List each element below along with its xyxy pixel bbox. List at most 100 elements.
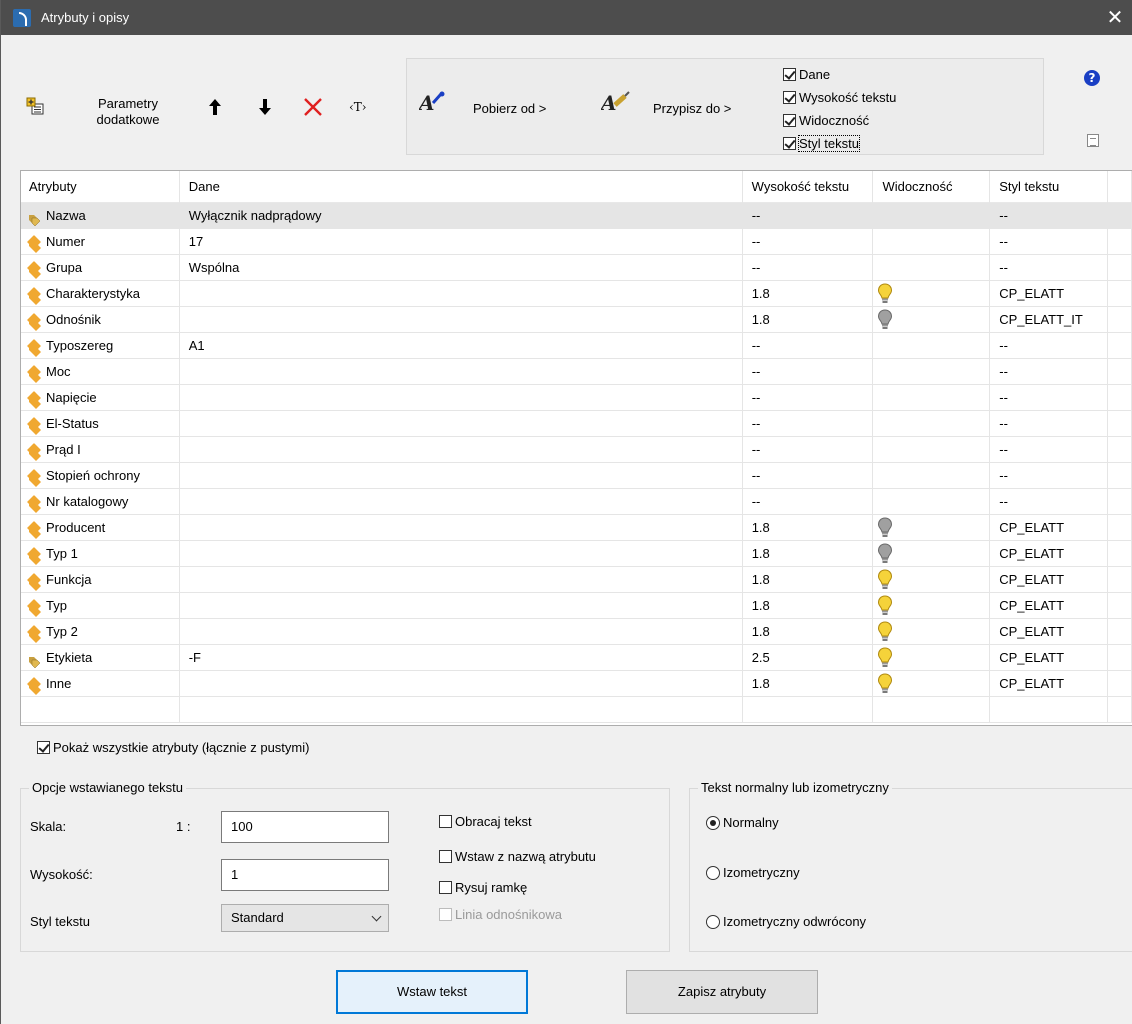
attr-name-cell[interactable]: Typoszereg (21, 333, 180, 359)
attr-data-cell[interactable] (179, 567, 743, 593)
attr-visibility-cell[interactable] (873, 359, 991, 385)
table-row[interactable]: Producent 1.8 CP_ELATT (21, 515, 1132, 541)
radio-normal[interactable]: Normalny (706, 815, 779, 830)
attr-visibility-cell[interactable] (873, 411, 991, 437)
attr-visibility-cell[interactable] (873, 645, 991, 671)
attr-visibility-cell[interactable] (873, 437, 991, 463)
attr-visibility-cell[interactable] (873, 489, 991, 515)
attr-style-cell[interactable]: -- (990, 255, 1109, 281)
attr-data-cell[interactable] (179, 463, 743, 489)
attr-name-cell[interactable]: Typ 1 (21, 541, 180, 567)
text-tag-button[interactable]: ‹T› (349, 100, 367, 114)
table-row[interactable]: Charakterystyka 1.8 CP_ELATT (21, 281, 1132, 307)
attr-name-cell[interactable]: Prąd I (21, 437, 180, 463)
attr-name-cell[interactable]: El-Status (21, 411, 180, 437)
attr-style-cell[interactable]: -- (990, 463, 1109, 489)
attr-data-cell[interactable]: A1 (179, 333, 743, 359)
table-row[interactable]: Typ 2 1.8 CP_ELATT (21, 619, 1132, 645)
attr-height-cell[interactable]: 1.8 (742, 593, 874, 619)
attr-height-cell[interactable]: 1.8 (742, 515, 874, 541)
show-all-checkbox[interactable]: Pokaż wszystkie atrybuty (łącznie z pust… (37, 740, 309, 755)
col-visibility[interactable]: Widoczność (873, 171, 991, 203)
draw-frame-checkbox[interactable]: Rysuj ramkę (439, 880, 527, 895)
attr-data-cell[interactable]: Wyłącznik nadprądowy (179, 203, 743, 229)
list-icon[interactable] (1087, 134, 1099, 147)
attr-style-cell[interactable]: CP_ELATT (990, 281, 1109, 307)
attr-data-cell[interactable] (179, 671, 743, 697)
lightbulb-off-icon[interactable] (877, 309, 893, 331)
table-row[interactable]: Funkcja 1.8 CP_ELATT (21, 567, 1132, 593)
attr-data-cell[interactable] (179, 281, 743, 307)
save-attributes-button[interactable]: Zapisz atrybuty (626, 970, 818, 1014)
attr-visibility-cell[interactable] (873, 307, 991, 333)
rotate-text-checkbox[interactable]: Obracaj tekst (439, 814, 532, 829)
table-row[interactable]: Odnośnik 1.8 CP_ELATT_IT (21, 307, 1132, 333)
copy-text-height-checkbox[interactable]: Wysokość tekstu (783, 90, 896, 105)
attr-visibility-cell[interactable] (873, 541, 991, 567)
table-row[interactable]: El-Status -- -- (21, 411, 1132, 437)
close-button[interactable]: ✕ (1103, 5, 1127, 29)
attr-data-cell[interactable] (179, 385, 743, 411)
attr-data-cell[interactable] (179, 541, 743, 567)
attr-height-cell[interactable]: -- (742, 385, 874, 411)
table-row[interactable]: Numer 17 -- -- (21, 229, 1132, 255)
lightbulb-on-icon[interactable] (877, 283, 893, 305)
attr-data-cell[interactable] (179, 359, 743, 385)
table-row[interactable]: Inne 1.8 CP_ELATT (21, 671, 1132, 697)
additional-params-label[interactable]: Parametry dodatkowe (83, 96, 173, 128)
attr-height-cell[interactable]: -- (742, 333, 874, 359)
attr-style-cell[interactable]: CP_ELATT (990, 619, 1109, 645)
insert-with-name-checkbox[interactable]: Wstaw z nazwą atrybutu (439, 849, 596, 864)
attr-name-cell[interactable]: Nr katalogowy (21, 489, 180, 515)
attr-style-cell[interactable]: -- (990, 229, 1109, 255)
attr-height-cell[interactable]: 1.8 (742, 671, 874, 697)
attr-data-cell[interactable]: -F (179, 645, 743, 671)
attr-height-cell[interactable]: -- (742, 463, 874, 489)
attr-height-cell[interactable]: 1.8 (742, 541, 874, 567)
table-row[interactable]: Grupa Wspólna -- -- (21, 255, 1132, 281)
attr-height-cell[interactable]: 1.8 (742, 307, 874, 333)
additional-params-button[interactable] (25, 97, 45, 117)
attr-height-cell[interactable]: -- (742, 203, 874, 229)
attr-name-cell[interactable]: Typ 2 (21, 619, 180, 645)
help-icon[interactable]: ? (1084, 70, 1100, 86)
attr-style-cell[interactable]: CP_ELATT_IT (990, 307, 1109, 333)
attr-name-cell[interactable]: Stopień ochrony (21, 463, 180, 489)
attr-name-cell[interactable]: Nazwa (21, 203, 180, 229)
attr-height-cell[interactable]: -- (742, 489, 874, 515)
attr-style-cell[interactable]: -- (990, 359, 1109, 385)
delete-button[interactable] (303, 98, 323, 119)
attr-data-cell[interactable]: Wspólna (179, 255, 743, 281)
attr-visibility-cell[interactable] (873, 619, 991, 645)
attr-style-cell[interactable]: CP_ELATT (990, 645, 1109, 671)
lightbulb-off-icon[interactable] (877, 517, 893, 539)
attr-style-cell[interactable]: CP_ELATT (990, 593, 1109, 619)
get-from-button[interactable]: Pobierz od > (473, 101, 546, 116)
move-up-button[interactable] (208, 98, 222, 119)
attr-style-cell[interactable]: -- (990, 333, 1109, 359)
table-row[interactable]: Stopień ochrony -- -- (21, 463, 1132, 489)
attr-visibility-cell[interactable] (873, 255, 991, 281)
attr-visibility-cell[interactable] (873, 671, 991, 697)
attr-name-cell[interactable]: Grupa (21, 255, 180, 281)
table-row[interactable]: Nr katalogowy -- -- (21, 489, 1132, 515)
table-row[interactable]: Typ 1 1.8 CP_ELATT (21, 541, 1132, 567)
col-text-style[interactable]: Styl tekstu (990, 171, 1109, 203)
attr-name-cell[interactable]: Producent (21, 515, 180, 541)
attr-data-cell[interactable] (179, 437, 743, 463)
attr-name-cell[interactable]: Odnośnik (21, 307, 180, 333)
attr-name-cell[interactable]: Napięcie (21, 385, 180, 411)
attr-height-cell[interactable]: 1.8 (742, 567, 874, 593)
attr-style-cell[interactable]: CP_ELATT (990, 541, 1109, 567)
table-row[interactable]: Prąd I -- -- (21, 437, 1132, 463)
attr-visibility-cell[interactable] (873, 593, 991, 619)
attr-visibility-cell[interactable] (873, 333, 991, 359)
attr-name-cell[interactable]: Funkcja (21, 567, 180, 593)
attr-name-cell[interactable]: Etykieta (21, 645, 180, 671)
attr-name-cell[interactable]: Moc (21, 359, 180, 385)
lightbulb-off-icon[interactable] (877, 543, 893, 565)
attr-name-cell[interactable]: Numer (21, 229, 180, 255)
copy-visibility-checkbox[interactable]: Widoczność (783, 113, 869, 128)
attr-height-cell[interactable]: 2.5 (742, 645, 874, 671)
attr-visibility-cell[interactable] (873, 463, 991, 489)
